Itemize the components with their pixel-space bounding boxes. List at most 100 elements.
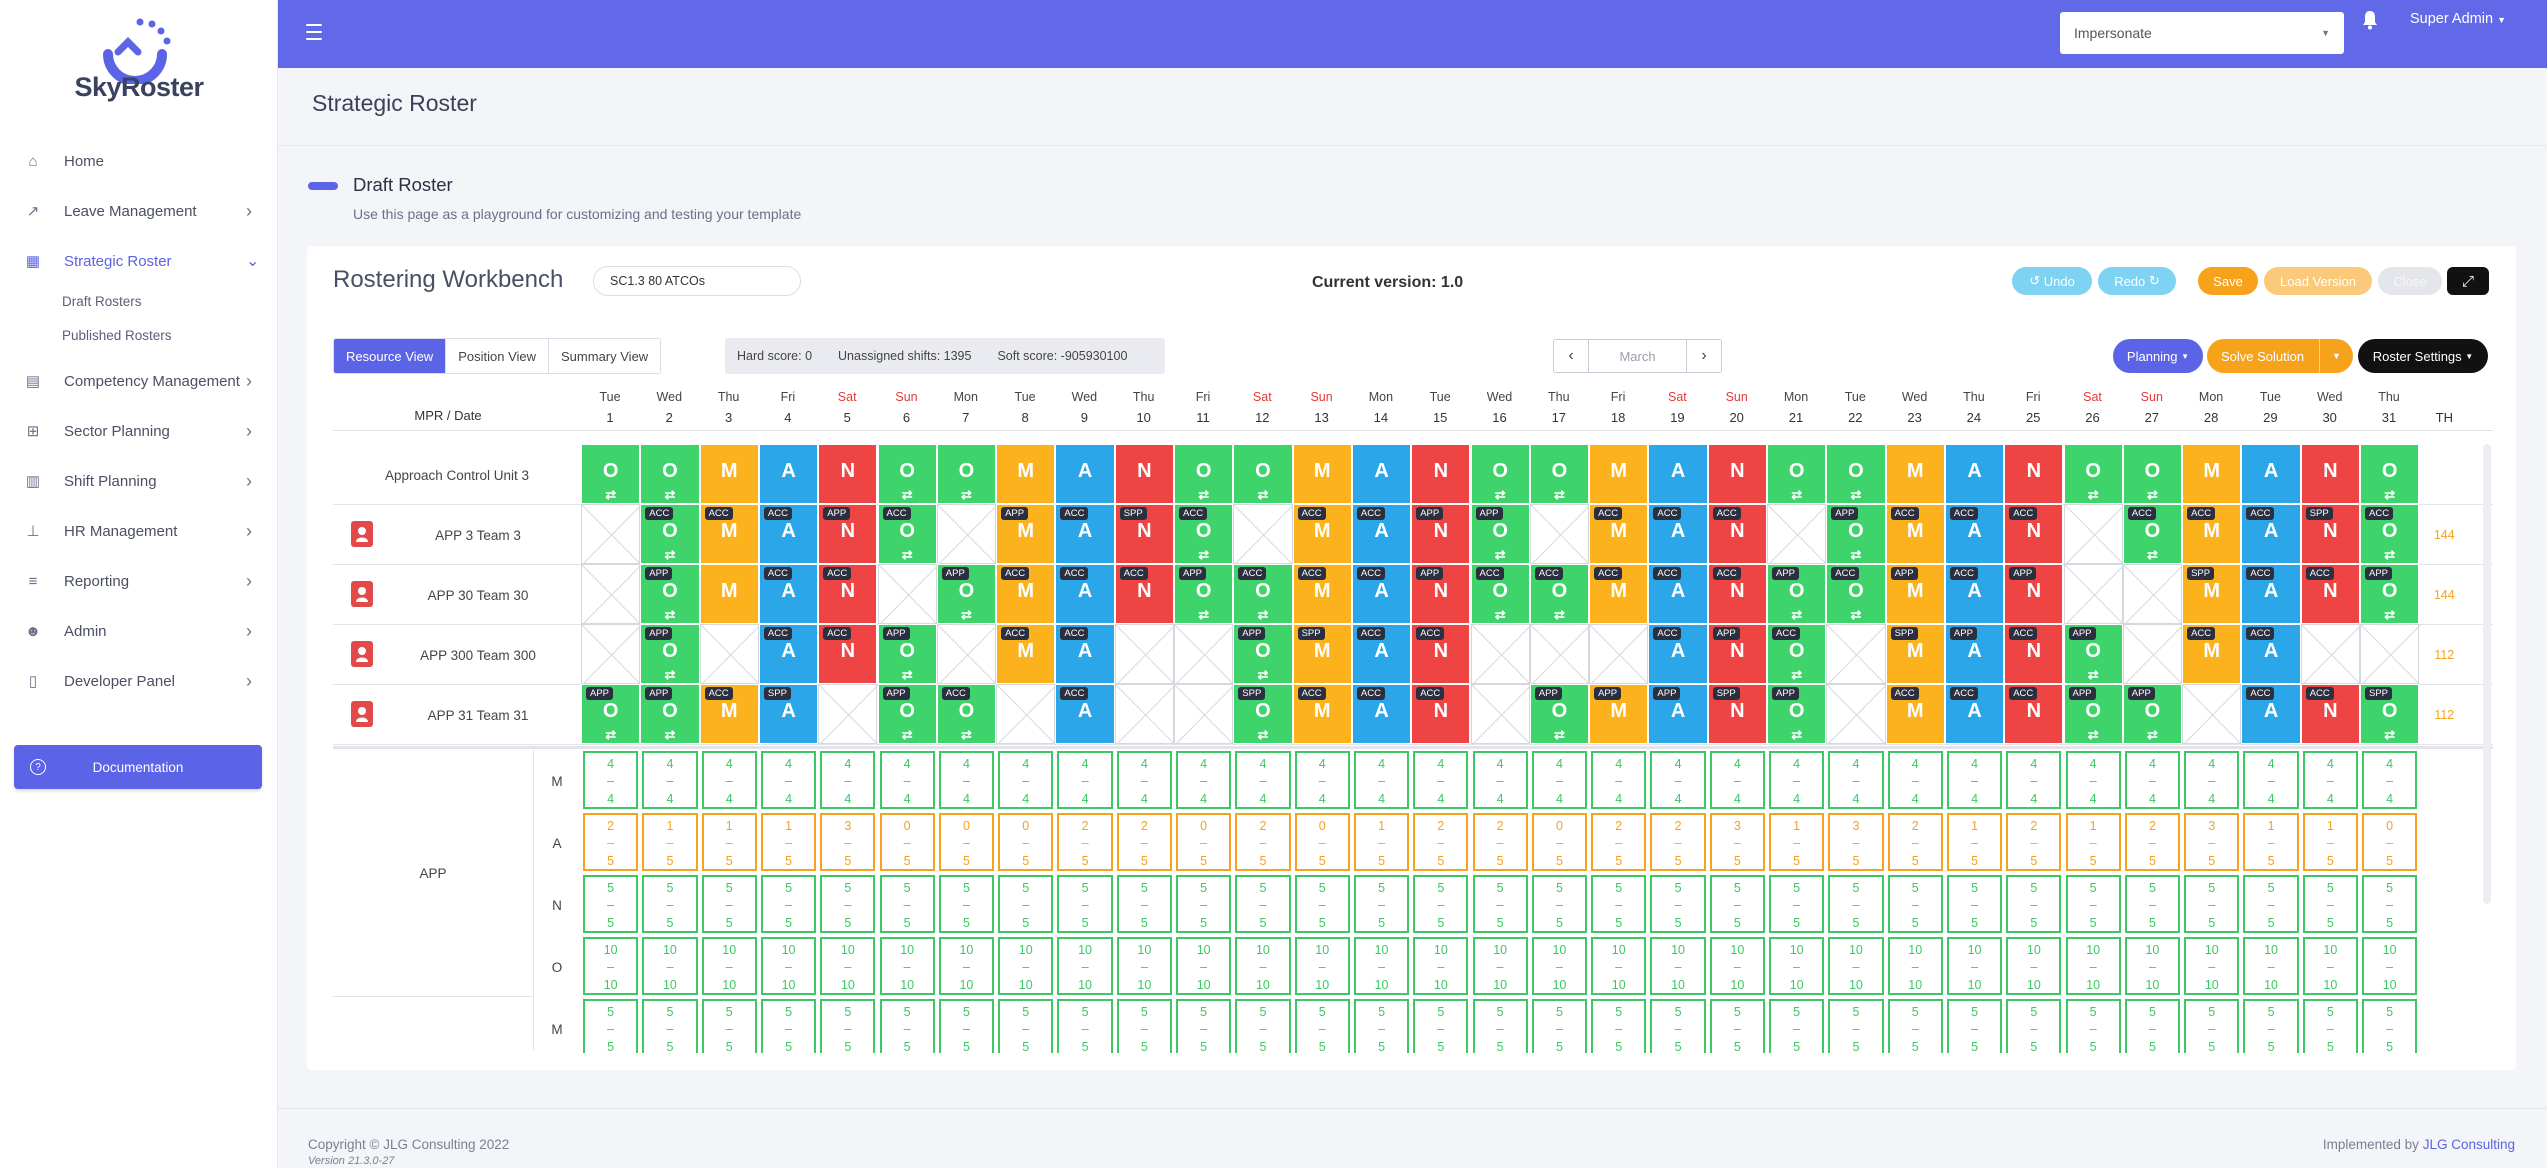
- shift-cell[interactable]: N ACC: [1114, 564, 1174, 624]
- tab-summary-view[interactable]: Summary View: [549, 339, 660, 373]
- coverage-cell[interactable]: 5 – 5: [1472, 875, 1528, 933]
- swap-icon[interactable]: ⇄: [2361, 488, 2418, 501]
- shift-cell[interactable]: A: [1648, 444, 1708, 504]
- roster-name-input[interactable]: SC1.3 80 ATCOs: [593, 266, 801, 296]
- coverage-cell[interactable]: 2 – 5: [1887, 813, 1943, 871]
- coverage-cell[interactable]: 5 – 5: [1116, 999, 1172, 1053]
- coverage-cell[interactable]: 5 – 5: [1709, 999, 1765, 1053]
- coverage-cell[interactable]: 1 – 5: [2302, 813, 2358, 871]
- coverage-cell[interactable]: 10 – 10: [1353, 937, 1410, 995]
- coverage-cell[interactable]: 5 – 5: [2006, 875, 2062, 933]
- shift-cell[interactable]: O ⇄ APP: [640, 624, 700, 684]
- shift-cell[interactable]: M ACC: [1292, 564, 1352, 624]
- empty-cell[interactable]: [1470, 684, 1531, 745]
- sidebar-item-developer-panel[interactable]: ▯ Developer Panel ›: [0, 656, 278, 706]
- shift-cell[interactable]: O ⇄ APP: [2063, 624, 2123, 684]
- coverage-cell[interactable]: 4 – 4: [1057, 751, 1113, 809]
- shift-cell[interactable]: N ACC: [2004, 504, 2064, 564]
- coverage-cell[interactable]: 10 – 10: [879, 937, 935, 995]
- shift-cell[interactable]: M ACC: [2182, 504, 2242, 564]
- scrollbar[interactable]: [2483, 444, 2491, 904]
- empty-cell[interactable]: [2063, 564, 2124, 625]
- coverage-cell[interactable]: 1 – 5: [642, 813, 698, 871]
- shift-cell[interactable]: M ACC: [1292, 684, 1352, 744]
- coverage-cell[interactable]: 10 – 10: [2124, 937, 2181, 995]
- shift-cell[interactable]: O ⇄ SPP: [1233, 684, 1293, 744]
- shift-cell[interactable]: N ACC: [1411, 624, 1471, 684]
- sidebar-subitem-draft-rosters[interactable]: Draft Rosters: [62, 294, 142, 309]
- coverage-cell[interactable]: 4 – 4: [1946, 751, 2003, 809]
- empty-cell[interactable]: [936, 624, 998, 685]
- shift-cell[interactable]: O ⇄: [2360, 444, 2420, 504]
- empty-cell[interactable]: [2360, 624, 2421, 685]
- coverage-cell[interactable]: 10 – 10: [1591, 937, 1647, 995]
- shift-cell[interactable]: O ⇄: [1233, 444, 1293, 504]
- coverage-cell[interactable]: 2 – 5: [583, 813, 639, 871]
- empty-cell[interactable]: [581, 564, 642, 625]
- coverage-cell[interactable]: 5 – 5: [1353, 875, 1410, 933]
- coverage-cell[interactable]: 5 – 5: [1472, 999, 1528, 1053]
- coverage-cell[interactable]: 10 – 10: [1294, 937, 1350, 995]
- shift-cell[interactable]: O ⇄: [1529, 444, 1590, 504]
- empty-cell[interactable]: [2122, 564, 2184, 625]
- swap-icon[interactable]: ⇄: [1472, 608, 1529, 621]
- shift-cell[interactable]: A ACC: [1648, 504, 1708, 564]
- swap-icon[interactable]: ⇄: [1827, 548, 1884, 561]
- coverage-cell[interactable]: 5 – 5: [2065, 999, 2121, 1053]
- coverage-cell[interactable]: 2 – 5: [1235, 813, 1291, 871]
- shift-cell[interactable]: A ACC: [1648, 624, 1708, 684]
- coverage-cell[interactable]: 1 – 5: [1769, 813, 1825, 871]
- shift-cell[interactable]: A ACC: [1944, 684, 2005, 744]
- empty-cell[interactable]: [996, 684, 1057, 745]
- coverage-cell[interactable]: 4 – 4: [1472, 751, 1528, 809]
- coverage-cell[interactable]: 4 – 4: [1650, 751, 1706, 809]
- coverage-cell[interactable]: 5 – 5: [583, 999, 639, 1053]
- shift-cell[interactable]: A APP: [1648, 684, 1708, 744]
- coverage-cell[interactable]: 0 – 5: [1176, 813, 1232, 871]
- coverage-cell[interactable]: 5 – 5: [1828, 999, 1884, 1053]
- coverage-cell[interactable]: 4 – 4: [998, 751, 1054, 809]
- coverage-cell[interactable]: 5 – 5: [938, 999, 995, 1053]
- shift-cell[interactable]: A: [1351, 444, 1412, 504]
- shift-cell[interactable]: O ⇄ ACC: [1174, 504, 1234, 564]
- shift-cell[interactable]: M: [1292, 444, 1352, 504]
- shift-cell[interactable]: M ACC: [1885, 504, 1945, 564]
- swap-icon[interactable]: ⇄: [1531, 608, 1588, 621]
- shift-cell[interactable]: O ⇄: [2122, 444, 2183, 504]
- swap-icon[interactable]: ⇄: [2361, 728, 2418, 741]
- coverage-cell[interactable]: 5 – 5: [820, 999, 876, 1053]
- swap-icon[interactable]: ⇄: [1531, 728, 1588, 741]
- coverage-cell[interactable]: 10 – 10: [938, 937, 995, 995]
- coverage-cell[interactable]: 10 – 10: [1769, 937, 1825, 995]
- shift-cell[interactable]: N ACC: [2300, 684, 2360, 744]
- coverage-cell[interactable]: 5 – 5: [938, 875, 995, 933]
- empty-cell[interactable]: [2122, 624, 2184, 685]
- shift-cell[interactable]: O ⇄ APP: [581, 684, 641, 744]
- shift-cell[interactable]: A ACC: [758, 504, 819, 564]
- coverage-cell[interactable]: 4 – 4: [1116, 751, 1172, 809]
- shift-cell[interactable]: O ⇄: [936, 444, 997, 504]
- close-button[interactable]: Close: [2378, 267, 2442, 295]
- shift-cell[interactable]: M SPP: [2182, 564, 2242, 624]
- shift-cell[interactable]: O ⇄ ACC: [1529, 564, 1590, 624]
- shift-cell[interactable]: N: [1411, 444, 1471, 504]
- coverage-cell[interactable]: 5 – 5: [1413, 875, 1469, 933]
- shift-cell[interactable]: N: [2004, 444, 2064, 504]
- sidebar-item-reporting[interactable]: ≡ Reporting ›: [0, 556, 278, 606]
- shift-cell[interactable]: A: [758, 444, 819, 504]
- empty-cell[interactable]: [1767, 504, 1828, 565]
- coverage-cell[interactable]: 5 – 5: [1235, 875, 1291, 933]
- shift-cell[interactable]: M ACC: [996, 624, 1056, 684]
- person-icon[interactable]: [351, 521, 373, 547]
- shift-cell[interactable]: M SPP: [1292, 624, 1352, 684]
- coverage-cell[interactable]: 2 – 5: [1650, 813, 1706, 871]
- coverage-cell[interactable]: 5 – 5: [2065, 875, 2121, 933]
- swap-icon[interactable]: ⇄: [2065, 668, 2122, 681]
- shift-cell[interactable]: A ACC: [1648, 564, 1708, 624]
- coverage-cell[interactable]: 5 – 5: [2006, 999, 2062, 1053]
- swap-icon[interactable]: ⇄: [1472, 488, 1529, 501]
- coverage-cell[interactable]: 4 – 4: [1591, 751, 1647, 809]
- shift-cell[interactable]: N SPP: [1707, 684, 1767, 744]
- swap-icon[interactable]: ⇄: [938, 608, 995, 621]
- sidebar-item-admin[interactable]: ☻ Admin ›: [0, 606, 278, 656]
